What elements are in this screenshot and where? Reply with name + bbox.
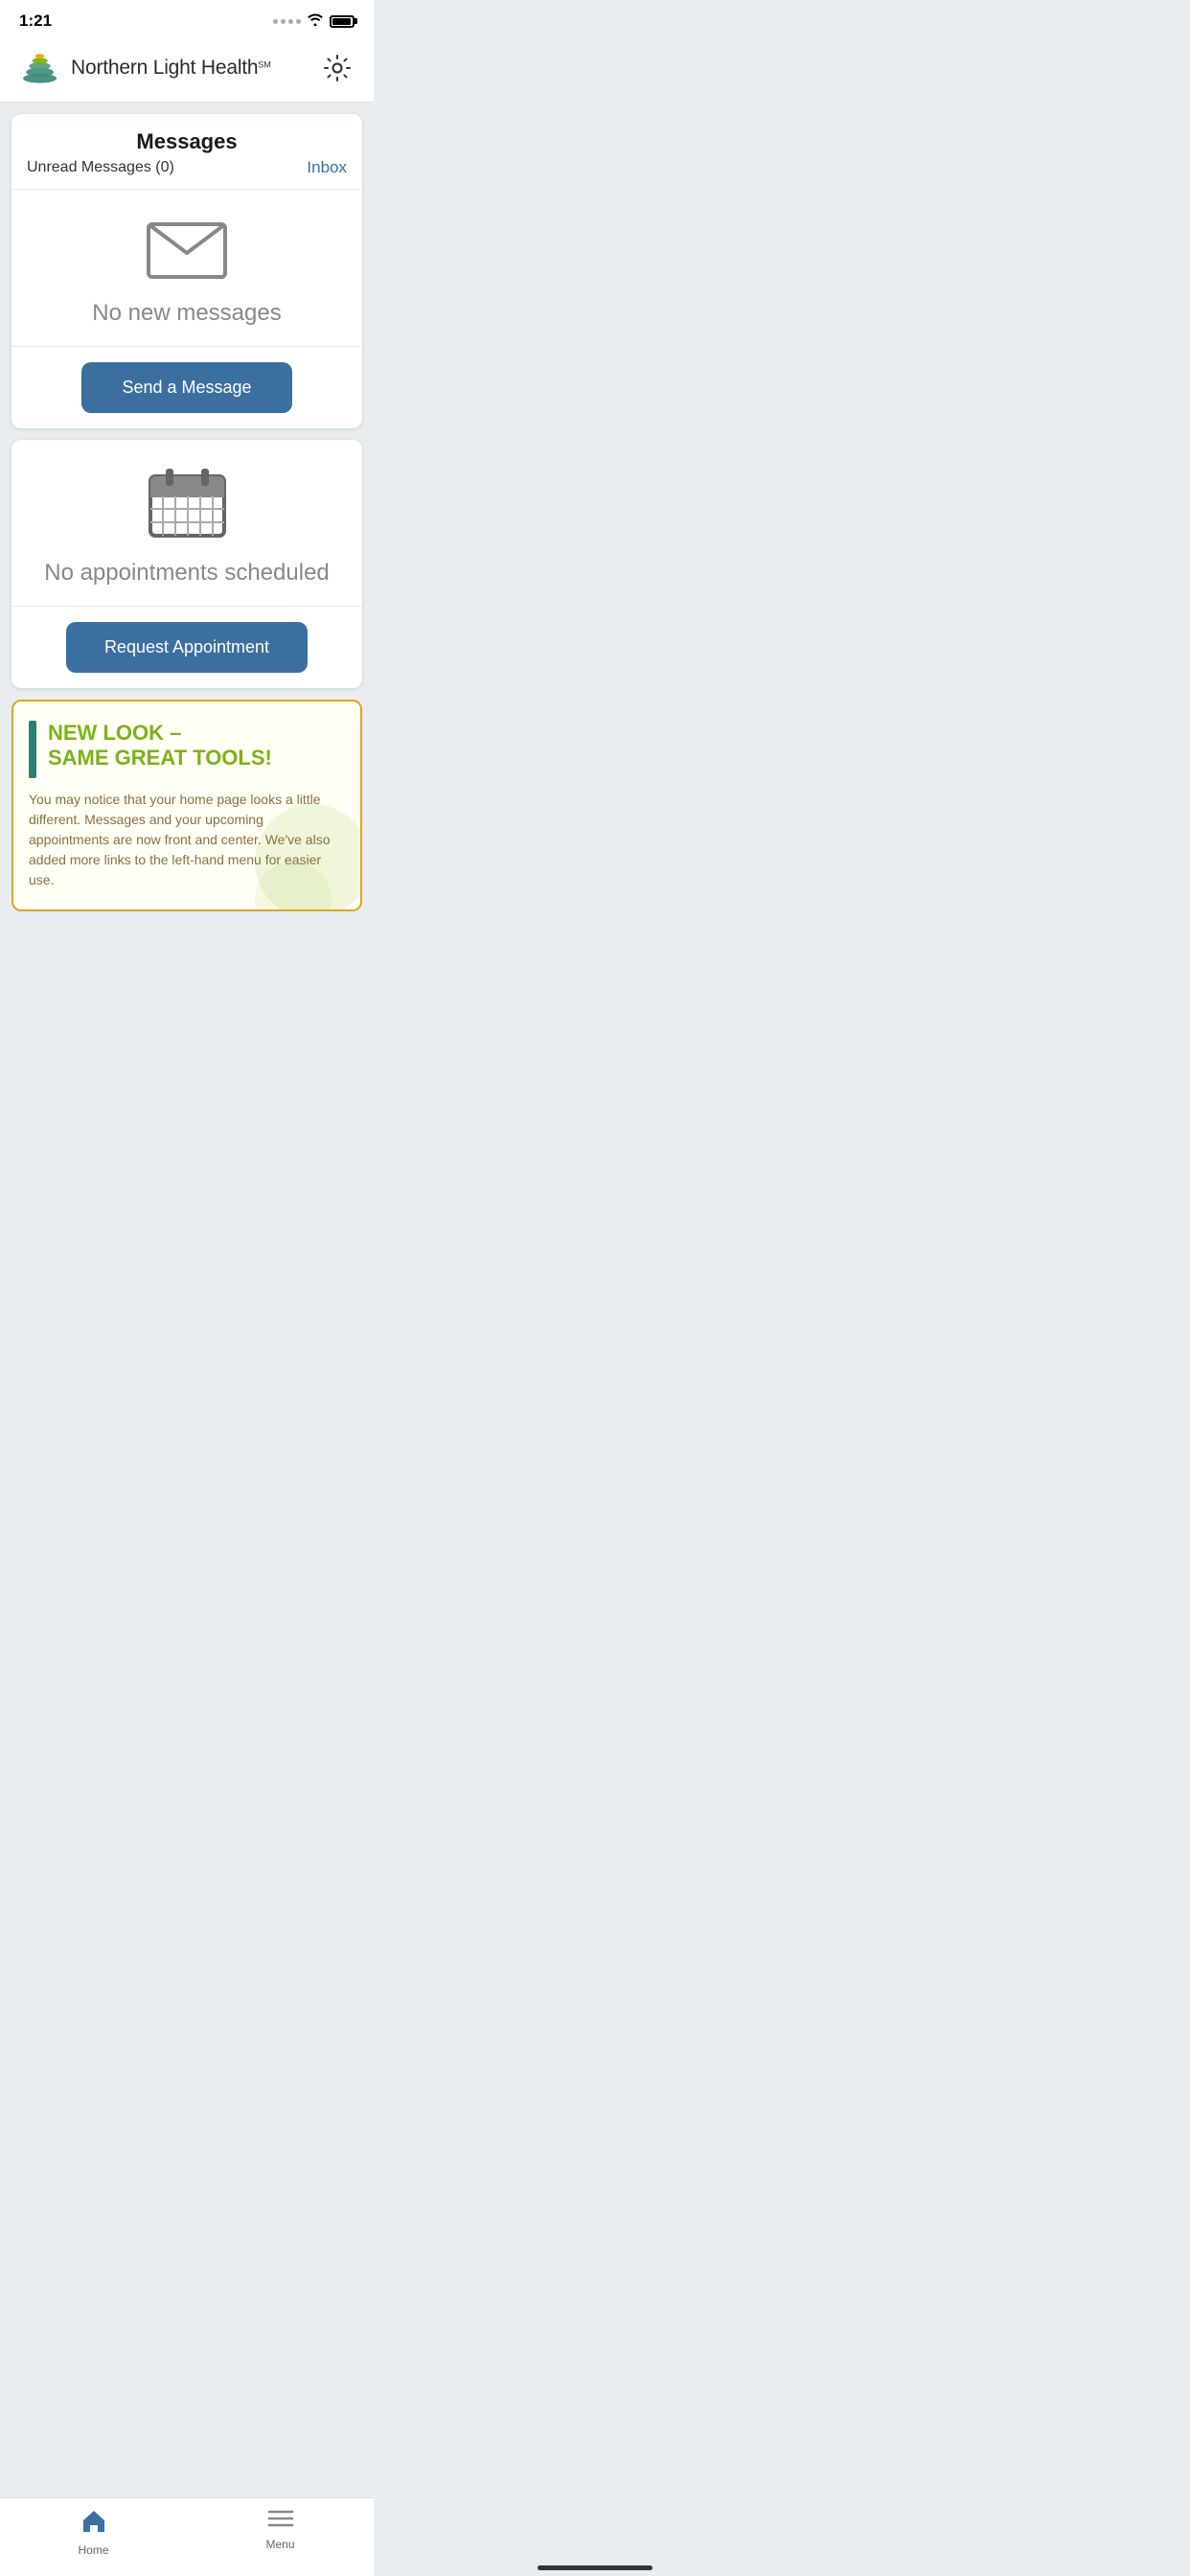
home-icon xyxy=(80,2508,107,2540)
nav-home-label: Home xyxy=(78,2543,108,2557)
battery-icon xyxy=(330,15,355,28)
promo-heading-line2: SAME GREAT TOOLS! xyxy=(48,746,272,770)
appointments-card-body: No appointments scheduled xyxy=(11,440,362,607)
nav-home[interactable]: Home xyxy=(0,2508,187,2557)
messages-card-body: No new messages xyxy=(11,190,362,347)
bottom-nav: Home Menu xyxy=(0,2497,374,2576)
promo-heading: NEW LOOK – SAME GREAT TOOLS! xyxy=(48,721,272,771)
messages-card: Messages Unread Messages (0) Inbox No ne… xyxy=(11,114,362,428)
no-appointments-text: No appointments scheduled xyxy=(44,560,330,586)
logo-icon xyxy=(19,50,61,86)
promo-content: NEW LOOK – SAME GREAT TOOLS! You may not… xyxy=(29,721,345,890)
promo-card: NEW LOOK – SAME GREAT TOOLS! You may not… xyxy=(11,700,362,911)
menu-icon xyxy=(267,2508,294,2534)
main-content: Messages Unread Messages (0) Inbox No ne… xyxy=(0,103,374,988)
promo-accent-bar xyxy=(29,721,36,778)
logo-container: Northern Light HealthSM xyxy=(19,50,271,86)
settings-button[interactable] xyxy=(320,51,355,85)
messages-title: Messages xyxy=(27,129,347,154)
inbox-link[interactable]: Inbox xyxy=(307,158,347,177)
status-time: 1:21 xyxy=(19,12,52,31)
wifi-icon xyxy=(307,12,324,31)
promo-heading-row: NEW LOOK – SAME GREAT TOOLS! xyxy=(29,721,345,778)
appointments-card-action: Request Appointment xyxy=(11,607,362,688)
envelope-icon xyxy=(144,213,230,285)
unread-messages-label: Unread Messages (0) xyxy=(27,159,174,176)
logo-text: Northern Light HealthSM xyxy=(71,57,271,80)
messages-subrow: Unread Messages (0) Inbox xyxy=(27,158,347,177)
promo-heading-line1: NEW LOOK – xyxy=(48,721,272,746)
status-icons xyxy=(273,12,355,31)
nav-menu[interactable]: Menu xyxy=(187,2508,374,2557)
promo-body-text: You may notice that your home page looks… xyxy=(29,790,345,890)
signal-icon xyxy=(273,19,301,24)
home-indicator xyxy=(538,2565,652,2570)
no-messages-text: No new messages xyxy=(92,300,281,327)
calendar-icon xyxy=(147,463,228,544)
messages-title-section: Messages Unread Messages (0) Inbox xyxy=(27,129,347,177)
appointments-card: No appointments scheduled Request Appoin… xyxy=(11,440,362,688)
messages-card-header: Messages Unread Messages (0) Inbox xyxy=(11,114,362,190)
status-bar: 1:21 xyxy=(0,0,374,38)
nav-menu-label: Menu xyxy=(265,2538,294,2551)
request-appointment-button[interactable]: Request Appointment xyxy=(66,622,308,673)
app-header: Northern Light HealthSM xyxy=(0,38,374,103)
messages-card-action: Send a Message xyxy=(11,347,362,428)
send-message-button[interactable]: Send a Message xyxy=(81,362,292,413)
